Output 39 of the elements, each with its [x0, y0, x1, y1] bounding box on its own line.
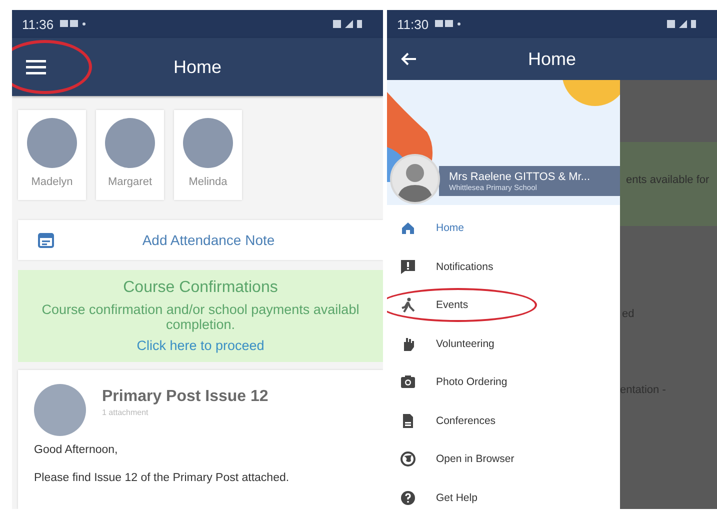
avatar-circle — [183, 118, 233, 168]
avatar-circle — [27, 118, 77, 168]
avatar-circle — [34, 384, 86, 436]
help-icon — [400, 490, 416, 506]
post-attachment-count: 1 attachment — [102, 408, 150, 417]
drawer-menu-item[interactable]: Open in Browser — [387, 440, 620, 478]
menu-icon — [26, 59, 46, 75]
screen-title: Home — [528, 48, 576, 68]
drawer-menu-item[interactable]: Get Help — [387, 478, 620, 509]
globe-icon — [400, 451, 416, 468]
status-time: 11:36 — [22, 16, 54, 32]
calendar-icon — [38, 232, 54, 248]
back-arrow-icon — [401, 52, 417, 66]
child-name: Margaret — [108, 176, 152, 188]
home-icon — [400, 220, 416, 236]
child-name: Madelyn — [31, 176, 73, 188]
drawer-menu-item[interactable]: Volunteering — [387, 324, 620, 363]
notice-text: completion. — [166, 317, 236, 332]
running-person-icon — [400, 297, 416, 314]
drawer-menu-item[interactable]: Events — [387, 286, 620, 324]
drawer-menu-item[interactable]: Home — [387, 209, 620, 248]
post-title: Primary Post Issue 12 — [102, 388, 268, 406]
attendance-button[interactable]: Add Attendance Note — [18, 220, 383, 260]
drawer-menu-item[interactable]: Conferences — [387, 402, 620, 440]
document-icon — [400, 412, 416, 429]
camera-icon — [400, 374, 416, 390]
screen-title: Home — [173, 56, 222, 76]
status-time: 11:30 — [397, 16, 429, 32]
post-paragraph: Please find Issue 12 of the Primary Post attached. — [34, 472, 290, 484]
background-text: ents available for — [626, 174, 710, 186]
drawer-menu-item[interactable]: Photo Ordering — [387, 363, 620, 402]
post-paragraph: Good Afternoon, — [34, 444, 119, 456]
drawer-menu-item[interactable]: Notifications — [387, 248, 620, 286]
user-name: Mrs Raelene GITTOS & Mr... — [449, 170, 591, 182]
notice-title: Course Confirmations — [123, 279, 278, 297]
message-icon — [400, 258, 416, 275]
child-name: Melinda — [188, 176, 228, 188]
notice-text: Course confirmation and/or school payments availabl — [42, 302, 360, 317]
avatar-circle — [105, 118, 155, 168]
